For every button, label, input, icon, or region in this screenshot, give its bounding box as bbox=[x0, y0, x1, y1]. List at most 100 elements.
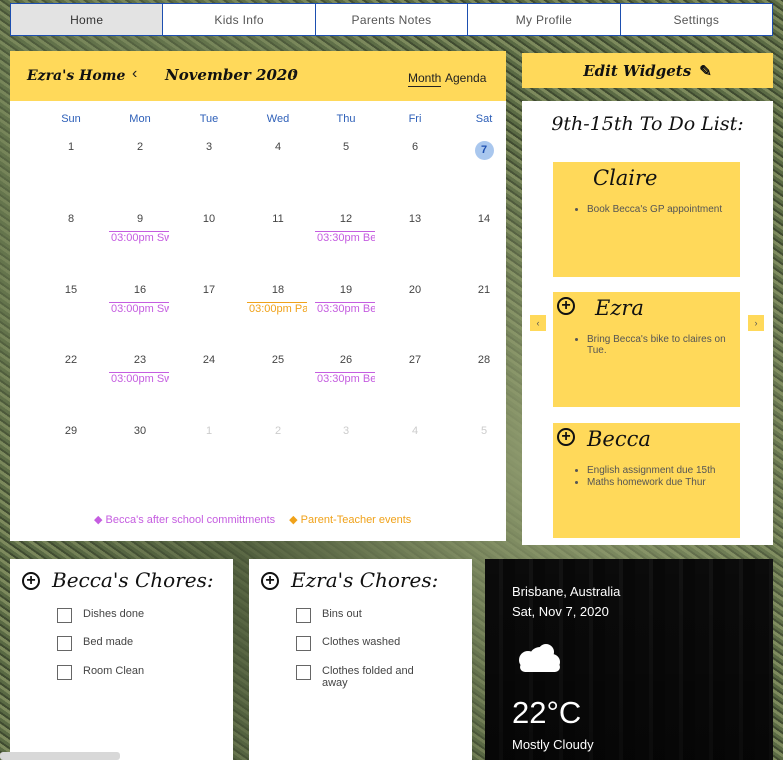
chore-item: Clothes folded and away bbox=[296, 665, 422, 689]
calendar-day-cell[interactable]: 28 bbox=[454, 354, 506, 366]
calendar-day-cell[interactable]: 14 bbox=[454, 213, 506, 225]
calendar-day-number: 30 bbox=[133, 425, 147, 437]
horizontal-scrollbar[interactable] bbox=[0, 752, 120, 760]
calendar-day-number: 27 bbox=[408, 354, 422, 366]
calendar-day-cell[interactable]: 9 bbox=[110, 213, 170, 225]
add-chore-icon[interactable]: + bbox=[261, 572, 279, 590]
calendar-day-cell[interactable]: 4 bbox=[385, 425, 445, 437]
calendar-day-cell[interactable]: 8 bbox=[41, 213, 101, 225]
weekday-header: Fri bbox=[408, 113, 422, 125]
top-nav: Home Kids Info Parents Notes My Profile … bbox=[10, 3, 773, 36]
calendar-day-cell[interactable]: 18 bbox=[248, 284, 308, 296]
calendar-day-cell[interactable]: 15 bbox=[41, 284, 101, 296]
calendar-day-cell[interactable]: 21 bbox=[454, 284, 506, 296]
chore-checkbox[interactable] bbox=[57, 608, 72, 623]
carousel-right-arrow[interactable]: › bbox=[748, 315, 764, 331]
calendar-event[interactable]: 03:00pm Sw bbox=[109, 372, 169, 386]
calendar-day-number: 5 bbox=[342, 141, 350, 153]
calendar-day-cell[interactable]: 6 bbox=[385, 141, 445, 153]
cloud-icon bbox=[519, 644, 560, 672]
calendar-day-cell[interactable]: 26 bbox=[316, 354, 376, 366]
weekday-header: Thu bbox=[336, 113, 356, 125]
list-item: Bring Becca's bike to claires on Tue. bbox=[587, 334, 737, 356]
calendar-day-number: 19 bbox=[339, 284, 353, 296]
chore-label: Bed made bbox=[83, 636, 134, 648]
calendar-day-cell[interactable]: 20 bbox=[385, 284, 445, 296]
calendar-day-cell[interactable]: 5 bbox=[316, 141, 376, 153]
add-todo-icon[interactable]: + bbox=[557, 428, 575, 446]
calendar-day-cell[interactable]: 3 bbox=[179, 141, 239, 153]
calendar-day-cell[interactable]: 13 bbox=[385, 213, 445, 225]
chore-checkbox[interactable] bbox=[57, 636, 72, 651]
calendar-day-number: 20 bbox=[408, 284, 422, 296]
calendar-event[interactable]: 03:30pm Be bbox=[315, 302, 375, 316]
calendar-day-cell[interactable]: 1 bbox=[41, 141, 101, 153]
weekday-header: Sun bbox=[61, 113, 81, 125]
weekday-header: Wed bbox=[266, 113, 290, 125]
calendar-event[interactable]: 03:00pm Sw bbox=[109, 302, 169, 316]
calendar-day-cell[interactable]: 4 bbox=[248, 141, 308, 153]
calendar-day-cell[interactable]: 22 bbox=[41, 354, 101, 366]
calendar-day-cell[interactable]: 2 bbox=[110, 141, 170, 153]
calendar-day-cell[interactable]: 19 bbox=[316, 284, 376, 296]
calendar-owner-title: Ezra's Home bbox=[27, 68, 126, 84]
tab-kids-info[interactable]: Kids Info bbox=[163, 4, 316, 35]
calendar-day-number: 2 bbox=[136, 141, 144, 153]
calendar-day-cell[interactable]: 27 bbox=[385, 354, 445, 366]
edit-widgets-button[interactable]: Edit Widgets ✎ bbox=[522, 53, 773, 88]
chore-checkbox[interactable] bbox=[57, 665, 72, 680]
calendar-day-number: 1 bbox=[67, 141, 75, 153]
calendar-day-cell[interactable]: 12 bbox=[316, 213, 376, 225]
chores-title: Becca's Chores: bbox=[52, 568, 214, 592]
calendar-day-cell[interactable]: 5 bbox=[454, 425, 506, 437]
calendar-day-number: 9 bbox=[136, 213, 144, 225]
tab-my-profile[interactable]: My Profile bbox=[468, 4, 621, 35]
calendar-day-cell[interactable]: 23 bbox=[110, 354, 170, 366]
calendar-day-cell[interactable]: 11 bbox=[248, 213, 308, 225]
tab-settings[interactable]: Settings bbox=[621, 4, 772, 35]
weekday-header: Tue bbox=[199, 113, 219, 125]
chore-checkbox[interactable] bbox=[296, 636, 311, 651]
calendar-day-cell[interactable]: 17 bbox=[179, 284, 239, 296]
calendar-legend: ◆ Becca's after school committments ◆ Pa… bbox=[94, 513, 411, 526]
calendar-day-cell[interactable]: 1 bbox=[179, 425, 239, 437]
calendar-month-label: November 2020 bbox=[165, 66, 298, 84]
calendar-day-cell[interactable]: 30 bbox=[110, 425, 170, 437]
calendar-day-number: 16 bbox=[133, 284, 147, 296]
calendar-day-number: 23 bbox=[133, 354, 147, 366]
calendar-day-number: 14 bbox=[477, 213, 491, 225]
tab-parents-notes[interactable]: Parents Notes bbox=[316, 4, 469, 35]
chore-checkbox[interactable] bbox=[296, 608, 311, 623]
tab-home[interactable]: Home bbox=[11, 4, 164, 35]
calendar-event[interactable]: 03:30pm Be bbox=[315, 231, 375, 245]
calendar-day-cell[interactable]: 24 bbox=[179, 354, 239, 366]
calendar-day-number: 8 bbox=[67, 213, 75, 225]
calendar-day-cell[interactable]: 29 bbox=[41, 425, 101, 437]
calendar-day-number: 21 bbox=[477, 284, 491, 296]
calendar-day-number: 15 bbox=[64, 284, 78, 296]
calendar-event[interactable]: 03:00pm Sw bbox=[109, 231, 169, 245]
calendar-day-cell[interactable]: 10 bbox=[179, 213, 239, 225]
calendar-day-cell[interactable]: 16 bbox=[110, 284, 170, 296]
prev-month-button[interactable]: ‹ bbox=[132, 65, 137, 83]
chore-label: Bins out bbox=[322, 608, 362, 620]
calendar-day-cell[interactable]: 25 bbox=[248, 354, 308, 366]
next-month-button[interactable]: › bbox=[292, 65, 297, 83]
add-todo-icon[interactable]: + bbox=[557, 297, 575, 315]
calendar-day-cell[interactable]: 3 bbox=[316, 425, 376, 437]
calendar-day-number: 24 bbox=[202, 354, 216, 366]
calendar-day-number: 7 bbox=[474, 141, 494, 160]
calendar-event[interactable]: 03:00pm Pa bbox=[247, 302, 307, 316]
add-chore-icon[interactable]: + bbox=[22, 572, 40, 590]
calendar-day-number: 10 bbox=[202, 213, 216, 225]
carousel-left-arrow[interactable]: ‹ bbox=[530, 315, 546, 331]
agenda-view-button[interactable]: Agenda bbox=[445, 71, 486, 85]
weekday-header: Mon bbox=[129, 113, 151, 125]
calendar-day-cell[interactable]: 7 bbox=[454, 141, 506, 160]
chore-label: Room Clean bbox=[83, 665, 145, 677]
chore-checkbox[interactable] bbox=[296, 665, 311, 680]
calendar-event[interactable]: 03:30pm Be bbox=[315, 372, 375, 386]
month-view-button[interactable]: Month bbox=[408, 71, 442, 87]
legend-parent-teacher: ◆ Parent-Teacher events bbox=[289, 514, 412, 526]
calendar-day-cell[interactable]: 2 bbox=[248, 425, 308, 437]
